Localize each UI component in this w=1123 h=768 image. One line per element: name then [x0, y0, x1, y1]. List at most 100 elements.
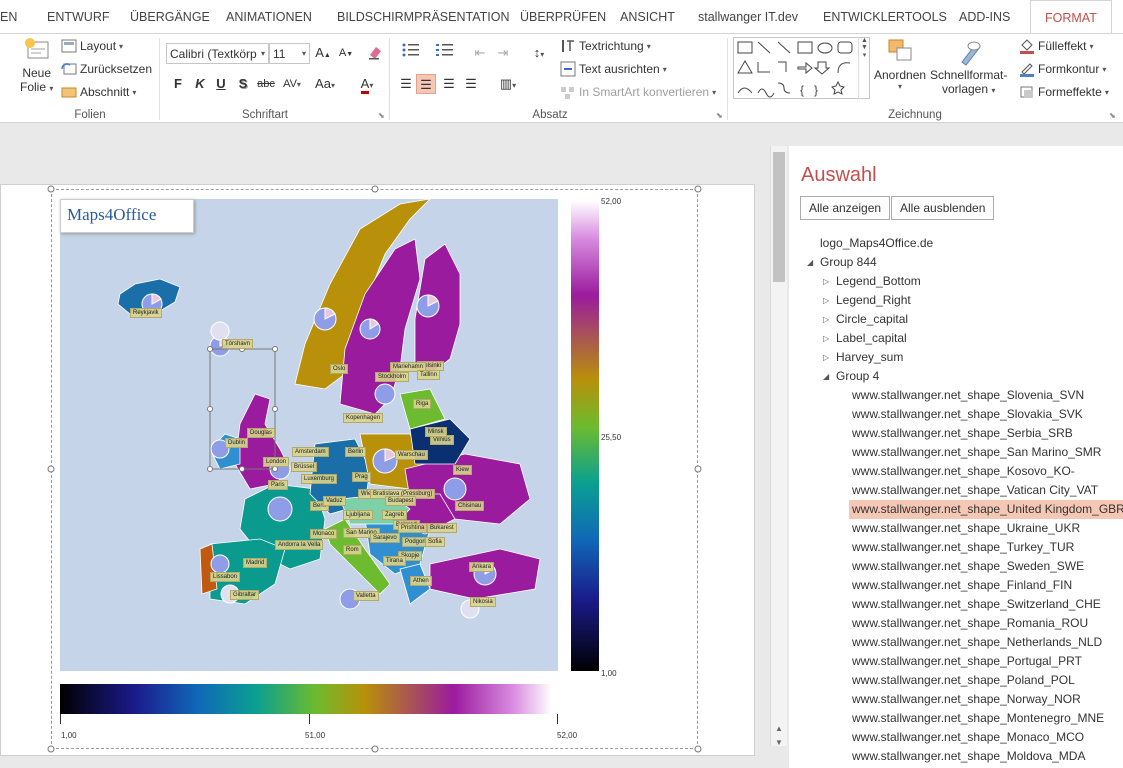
reset-button[interactable]: Zurücksetzen: [61, 61, 152, 77]
shape-fill-button[interactable]: Fülleffekt ▾: [1019, 38, 1093, 54]
selection-item[interactable]: www.stallwanger.net_shape_San Marino_SMR: [852, 443, 1101, 462]
convert-smartart-button[interactable]: In SmartArt konvertieren ▾: [560, 84, 716, 100]
numbering-button[interactable]: [430, 43, 460, 63]
tab-add-ins[interactable]: ADD-INS: [959, 10, 1010, 24]
legend-bottom[interactable]: [60, 684, 552, 714]
change-case-button[interactable]: Aa▾: [310, 74, 340, 94]
scroll-down-icon[interactable]: ▼: [775, 738, 783, 747]
gallery-scroll[interactable]: ▲ ▼ ▾: [858, 37, 870, 99]
char-spacing-button[interactable]: AV▾: [279, 74, 305, 94]
selection-item[interactable]: www.stallwanger.net_shape_Portugal_PRT: [852, 652, 1082, 671]
tab-stallwanger[interactable]: stallwanger IT.dev: [698, 10, 798, 24]
tree-collapsed-icon[interactable]: ▷: [823, 277, 829, 286]
selection-item[interactable]: Harvey_sum: [836, 348, 903, 367]
absatz-launcher-icon[interactable]: ⬊: [716, 111, 723, 120]
selection-item[interactable]: www.stallwanger.net_shape_Slovakia_SVK: [852, 405, 1083, 424]
underline-button[interactable]: U: [211, 74, 231, 94]
bullets-button[interactable]: [396, 43, 426, 63]
shape-effects-button[interactable]: Formeffekte ▾: [1019, 84, 1109, 100]
selection-item[interactable]: Legend_Right: [836, 291, 911, 310]
tree-collapsed-icon[interactable]: ▷: [823, 315, 829, 324]
bold-button[interactable]: F: [168, 74, 188, 94]
line-spacing-button[interactable]: ↕▾: [525, 43, 553, 63]
tree-collapsed-icon[interactable]: ▷: [823, 296, 829, 305]
tab-entwurf[interactable]: ENTWURF: [47, 10, 110, 24]
justify-button[interactable]: ☰: [461, 74, 481, 94]
scrollbar-thumb[interactable]: [773, 152, 785, 282]
selection-item[interactable]: Group 4: [836, 367, 879, 386]
selection-item[interactable]: www.stallwanger.net_shape_Netherlands_NL…: [852, 633, 1102, 652]
font-size-combo[interactable]: 11 ▾: [269, 43, 310, 64]
selection-item[interactable]: www.stallwanger.net_shape_Moldova_MDA: [852, 747, 1085, 766]
selection-item[interactable]: www.stallwanger.net_shape_Serbia_SRB: [852, 424, 1073, 443]
selection-item[interactable]: www.stallwanger.net_shape_Sweden_SWE: [852, 557, 1084, 576]
layout-button[interactable]: Layout ▾: [61, 38, 123, 54]
selection-item[interactable]: www.stallwanger.net_shape_Vatican City_V…: [852, 481, 1098, 500]
shadow-button[interactable]: S: [233, 74, 253, 94]
quick-styles-button[interactable]: Schnellformat- vorlagen ▾: [930, 36, 1007, 98]
zeichnung-launcher-icon[interactable]: ⬊: [1109, 111, 1116, 120]
tab-uebergaenge[interactable]: ÜBERGÄNGE: [130, 10, 210, 24]
legend-right[interactable]: [571, 201, 599, 671]
slide-canvas[interactable]: Reykjavik Oslo Stockholm Helsinki Marieh…: [0, 184, 755, 756]
new-slide-icon: [24, 38, 49, 59]
italic-button[interactable]: K: [190, 74, 210, 94]
selection-item[interactable]: www.stallwanger.net_shape_Norway_NOR: [852, 690, 1081, 709]
tab-bildschirmpraesentation[interactable]: BILDSCHIRMPRÄSENTATION: [337, 10, 509, 24]
selection-item[interactable]: Circle_capital: [836, 310, 908, 329]
selection-item[interactable]: Label_capital: [836, 329, 907, 348]
hide-all-button[interactable]: Alle ausblenden: [891, 196, 995, 220]
shape-outline-button[interactable]: Formkontur ▾: [1019, 61, 1106, 77]
tree-collapsed-icon[interactable]: ▷: [823, 353, 829, 362]
maps4office-logo[interactable]: Maps4Office: [60, 199, 194, 233]
selection-item[interactable]: www.stallwanger.net_shape_Kosovo_KO-: [852, 462, 1075, 481]
tab-ueberpruefen[interactable]: ÜBERPRÜFEN: [520, 10, 606, 24]
schriftart-launcher-icon[interactable]: ⬊: [378, 111, 385, 120]
font-family-combo[interactable]: Calibri (Textkörp ▾: [166, 43, 269, 64]
editor-vertical-scrollbar[interactable]: ▲ ▼: [770, 146, 787, 747]
selection-item[interactable]: www.stallwanger.net_shape_Romania_ROU: [852, 614, 1088, 633]
tab-start[interactable]: EN: [0, 10, 17, 24]
selection-item[interactable]: www.stallwanger.net_shape_Poland_POL: [852, 671, 1075, 690]
section-button[interactable]: Abschnitt ▾: [61, 84, 136, 100]
selection-item[interactable]: www.stallwanger.net_shape_Turkey_TUR: [852, 538, 1074, 557]
layout-label: Layout: [80, 39, 117, 53]
clear-format-button[interactable]: [365, 43, 385, 63]
text-direction-button[interactable]: Textrichtung ▾: [560, 38, 651, 54]
selection-item[interactable]: www.stallwanger.net_shape_Slovenia_SVN: [852, 386, 1084, 405]
tree-collapsed-icon[interactable]: ▷: [823, 334, 829, 343]
tab-entwicklertools[interactable]: ENTWICKLERTOOLS: [823, 10, 947, 24]
selection-item[interactable]: Legend_Bottom: [836, 272, 921, 291]
tab-format[interactable]: FORMAT: [1030, 0, 1112, 34]
align-left-button[interactable]: ☰: [396, 74, 416, 94]
grow-font-button[interactable]: A▲: [313, 43, 333, 63]
increase-indent-button[interactable]: ⇥: [493, 43, 513, 63]
arrange-button[interactable]: Anordnen ▾: [874, 36, 926, 91]
font-color-button[interactable]: A▾: [352, 74, 382, 94]
shrink-font-button[interactable]: A▼: [336, 43, 356, 63]
decrease-indent-button[interactable]: ⇤: [470, 43, 490, 63]
strikethrough-button[interactable]: abc: [255, 74, 277, 94]
tree-expanded-icon[interactable]: ◢: [823, 372, 829, 381]
selection-item[interactable]: www.stallwanger.net_shape_United Kingdom…: [849, 500, 1123, 519]
selection-item[interactable]: www.stallwanger.net_shape_Finland_FIN: [852, 576, 1072, 595]
powerpoint-window: EN ENTWURF ÜBERGÄNGE ANIMATIONEN BILDSCH…: [0, 0, 1123, 768]
align-text-button[interactable]: Text ausrichten ▾: [560, 61, 667, 77]
align-right-button[interactable]: ☰: [439, 74, 459, 94]
show-all-button[interactable]: Alle anzeigen: [800, 196, 891, 220]
selection-item[interactable]: www.stallwanger.net_shape_Switzerland_CH…: [852, 595, 1101, 614]
tree-expanded-icon[interactable]: ◢: [807, 258, 813, 267]
selection-item[interactable]: www.stallwanger.net_shape_Monaco_MCO: [852, 728, 1084, 747]
align-center-button[interactable]: ☰: [416, 74, 436, 94]
selection-item[interactable]: Group 844: [820, 253, 877, 272]
new-slide-button[interactable]: Neue Folie ▾: [20, 36, 53, 96]
shapes-gallery[interactable]: { }: [733, 37, 870, 99]
tab-animationen[interactable]: ANIMATIONEN: [226, 10, 312, 24]
selection-item[interactable]: www.stallwanger.net_shape_Montenegro_MNE: [852, 709, 1104, 728]
selection-item[interactable]: www.stallwanger.net_shape_Ukraine_UKR: [852, 519, 1080, 538]
scroll-up-icon[interactable]: ▲: [775, 724, 783, 733]
selection-item[interactable]: logo_Maps4Office.de: [820, 234, 933, 253]
columns-button[interactable]: ▥▾: [493, 74, 523, 94]
paint-bucket-icon: [1020, 39, 1034, 54]
tab-ansicht[interactable]: ANSICHT: [620, 10, 675, 24]
